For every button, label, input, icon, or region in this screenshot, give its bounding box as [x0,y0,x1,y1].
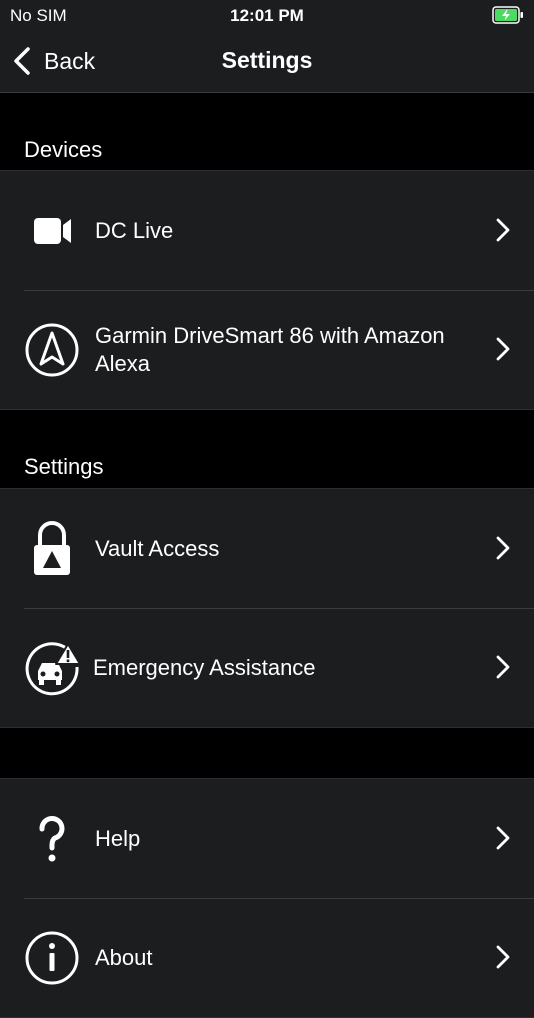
device-row-garmin-drivesmart[interactable]: Garmin DriveSmart 86 with Amazon Alexa [0,290,534,409]
device-row-dc-live[interactable]: DC Live [0,171,534,290]
devices-group: DC Live Garmin DriveSmart 86 with Amazon… [0,170,534,410]
section-header-label: Devices [24,137,103,162]
chevron-right-icon [496,536,510,560]
other-group: Help About [0,778,534,1018]
row-help[interactable]: Help [0,779,534,898]
row-label: Emergency Assistance [93,654,316,680]
row-label: Help [95,825,141,851]
chevron-right-icon [496,655,510,679]
section-header-other [0,728,534,778]
row-label: Garmin DriveSmart 86 with Amazon Alexa [95,322,445,376]
row-about[interactable]: About [0,898,534,1017]
row-label: DC Live [95,217,174,243]
settings-row-vault-access[interactable]: Vault Access [0,489,534,608]
section-header-settings: Settings [0,410,534,488]
settings-row-emergency-assistance[interactable]: Emergency Assistance [0,608,534,727]
lock-icon [24,521,80,577]
battery-charging-icon [492,6,524,24]
page-title: Settings [221,47,313,73]
section-header-devices: Devices [0,93,534,171]
row-label: About [95,944,153,970]
chevron-right-icon [496,337,510,361]
chevron-right-icon [496,826,510,850]
settings-group: Vault Access Emergency Assistance [0,488,534,728]
navigation-arrow-icon [24,322,80,378]
info-icon [24,930,80,986]
status-time: 12:01 PM [230,6,304,25]
navigation-bar: Back Settings [0,30,534,93]
video-camera-icon [24,203,80,259]
question-mark-icon [24,811,80,867]
row-label: Vault Access [95,535,220,561]
section-header-label: Settings [24,454,104,479]
status-bar: No SIM 12:01 PM [0,0,534,30]
car-crash-alert-icon [24,640,80,696]
chevron-right-icon [496,218,510,242]
chevron-right-icon [496,945,510,969]
